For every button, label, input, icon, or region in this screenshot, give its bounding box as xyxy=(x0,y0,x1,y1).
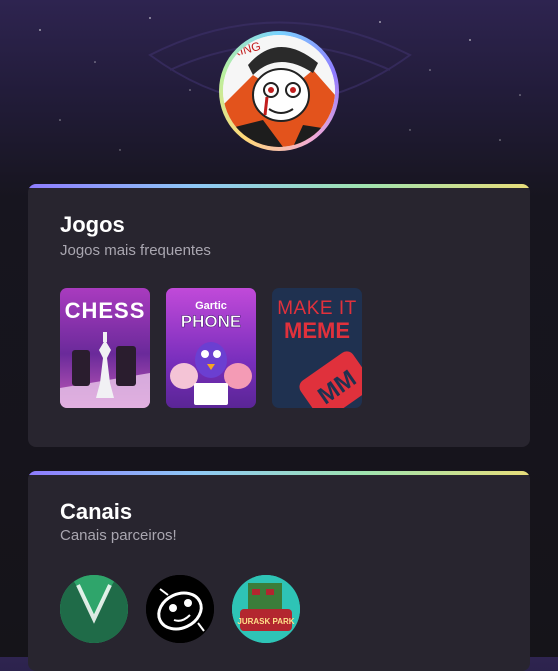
channel-green-v[interactable] xyxy=(60,575,128,643)
robot-face-icon xyxy=(146,575,214,643)
jurassic-badge-text: JURASK PARK xyxy=(237,617,294,626)
profile-avatar[interactable]: KING xyxy=(219,31,339,151)
channel-robot[interactable] xyxy=(146,575,214,643)
channels-subtitle: Canais parceiros! xyxy=(60,527,177,544)
game-gartic-phone[interactable]: Gartic PHONE xyxy=(166,288,256,408)
chess-pieces-icon xyxy=(60,332,150,408)
channels-card: Canais Canais parceiros! JURASK PARK xyxy=(28,471,530,671)
gartic-characters-icon xyxy=(170,342,252,405)
meme-badge-icon: MM xyxy=(299,351,362,408)
jurassic-park-dino-icon: JURASK PARK xyxy=(232,575,300,643)
profile-header: KING xyxy=(0,0,558,185)
game-chess[interactable]: CHESS xyxy=(60,288,150,408)
channel-jurassic[interactable]: JURASK PARK xyxy=(232,575,300,643)
games-title: Jogos xyxy=(60,212,125,237)
games-subtitle: Jogos mais frequentes xyxy=(60,242,211,259)
games-card: Jogos Jogos mais frequentes CHESS Gartic… xyxy=(28,184,530,447)
channels-title: Canais xyxy=(60,499,133,524)
game-make-it-meme[interactable]: MAKE IT MEME MM xyxy=(272,288,362,408)
green-v-logo-icon xyxy=(60,575,128,643)
profile-avatar-image: KING xyxy=(223,35,335,147)
